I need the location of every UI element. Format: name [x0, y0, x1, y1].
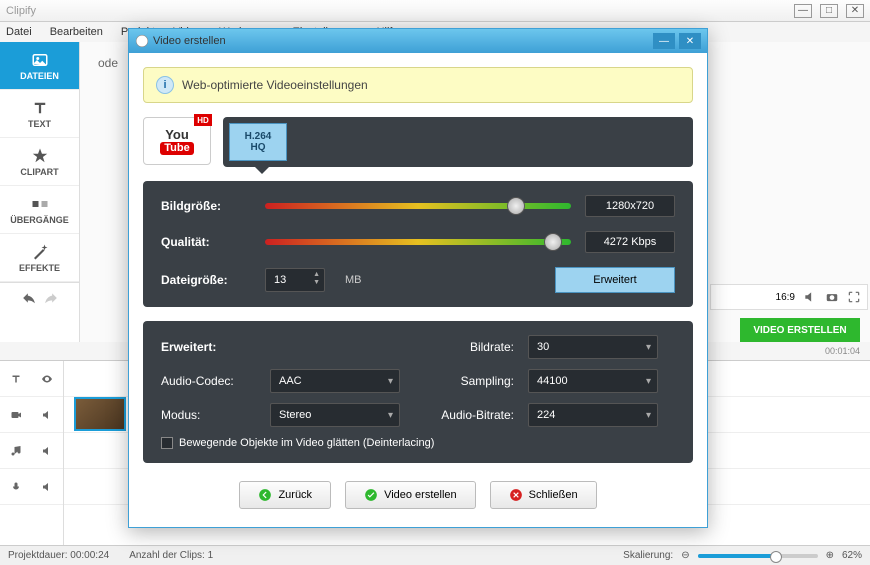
clip-count: Anzahl der Clips: 1 [129, 550, 213, 561]
timeline-clip[interactable] [74, 397, 126, 431]
close-dialog-button[interactable]: Schließen [490, 481, 597, 509]
zoom-in-icon[interactable]: ⊕ [826, 550, 834, 561]
quality-label: Qualität: [161, 235, 251, 249]
aspect-ratio[interactable]: 16:9 [776, 292, 795, 303]
window-titlebar: Clipify — □ ✕ [0, 0, 870, 22]
framerate-label: Bildrate: [414, 340, 514, 354]
time-labels: 600:01:04 [700, 346, 860, 356]
codec-preset-h264[interactable]: H.264 HQ [229, 123, 287, 161]
star-icon [31, 147, 49, 165]
back-button[interactable]: Zurück [239, 481, 331, 509]
basic-settings: Bildgröße: 1280x720 Qualität: 4272 Kbps … [143, 181, 693, 307]
size-slider[interactable] [265, 203, 571, 209]
picture-icon [31, 51, 49, 69]
redo-icon[interactable] [44, 291, 58, 305]
menu-bearbeiten[interactable]: Bearbeiten [50, 26, 103, 38]
speaker-mic-icon[interactable] [41, 481, 53, 493]
close-circle-icon [509, 488, 523, 502]
advanced-button[interactable]: Erweitert [555, 267, 675, 293]
tab-text[interactable]: TEXT [0, 90, 79, 138]
advanced-settings: Erweitert: Bildrate: 30 Audio-Codec: AAC… [143, 321, 693, 463]
mode-label: Modus: [161, 408, 256, 422]
dialog-titlebar: Video erstellen — ✕ [129, 29, 707, 53]
info-icon: i [156, 76, 174, 94]
create-video-button[interactable]: VIDEO ERSTELLEN [740, 318, 860, 342]
video-track-icon[interactable] [10, 409, 22, 421]
maximize-button[interactable]: □ [820, 4, 838, 18]
text-icon [31, 99, 49, 117]
mic-track-icon[interactable] [10, 481, 22, 493]
tab-effekte[interactable]: EFFEKTE [0, 234, 79, 282]
filesize-spinner[interactable]: 13 ▲▼ [265, 268, 325, 292]
fullscreen-icon[interactable] [847, 290, 861, 304]
left-panel: DATEIEN TEXT CLIPART ÜBERGÄNGE EFFEKTE [0, 42, 80, 342]
sampling-select[interactable]: 44100 [528, 369, 658, 393]
tab-clipart[interactable]: CLIPART [0, 138, 79, 186]
speaker-icon[interactable] [803, 290, 817, 304]
eye-icon[interactable] [41, 373, 53, 385]
audio-codec-select[interactable]: AAC [270, 369, 400, 393]
zoom-out-icon[interactable]: ⊖ [681, 550, 689, 561]
speaker-track-icon[interactable] [41, 409, 53, 421]
statusbar: Projektdauer: 00:00:24 Anzahl der Clips:… [0, 545, 870, 565]
wand-icon [31, 243, 49, 261]
dialog-icon [135, 34, 149, 48]
undo-icon[interactable] [22, 291, 36, 305]
sampling-label: Sampling: [414, 374, 514, 388]
codec-strip: H.264 HQ [223, 117, 693, 167]
create-video-dialog: Video erstellen — ✕ i Web-optimierte Vid… [128, 28, 708, 528]
advanced-title: Erweitert: [161, 340, 256, 354]
dialog-minimize-button[interactable]: — [653, 33, 675, 49]
dialog-close-button[interactable]: ✕ [679, 33, 701, 49]
audio-bitrate-select[interactable]: 224 [528, 403, 658, 427]
audio-codec-label: Audio-Codec: [161, 374, 256, 388]
size-value: 1280x720 [585, 195, 675, 217]
back-arrow-icon [258, 488, 272, 502]
minimize-button[interactable]: — [794, 4, 812, 18]
app-logo: Clipify [6, 5, 36, 17]
tab-dateien[interactable]: DATEIEN [0, 42, 79, 90]
mode-select[interactable]: Stereo [270, 403, 400, 427]
check-icon [364, 488, 378, 502]
create-button[interactable]: Video erstellen [345, 481, 476, 509]
quality-value: 4272 Kbps [585, 231, 675, 253]
undo-redo-row [0, 282, 79, 312]
project-duration: Projektdauer: 00:00:24 [8, 550, 109, 561]
speaker-music-icon[interactable] [41, 445, 53, 457]
info-banner: i Web-optimierte Videoeinstellungen [143, 67, 693, 103]
text-track-icon[interactable] [10, 373, 22, 385]
quality-slider[interactable] [265, 239, 571, 245]
transition-icon [31, 195, 49, 213]
youtube-preset[interactable]: HD You Tube [143, 117, 211, 165]
music-track-icon[interactable] [10, 445, 22, 457]
menu-datei[interactable]: Datei [6, 26, 32, 38]
preview-toolbar: 16:9 [710, 284, 868, 310]
deinterlace-checkbox[interactable]: Bewegende Objekte im Video glätten (Dein… [161, 437, 675, 449]
framerate-select[interactable]: 30 [528, 335, 658, 359]
filesize-label: Dateigröße: [161, 273, 251, 287]
size-label: Bildgröße: [161, 199, 251, 213]
camera-icon[interactable] [825, 290, 839, 304]
close-button[interactable]: ✕ [846, 4, 864, 18]
audio-bitrate-label: Audio-Bitrate: [414, 408, 514, 422]
zoom-slider[interactable] [698, 554, 818, 558]
zoom-value: 62% [842, 550, 862, 561]
tab-uebergaenge[interactable]: ÜBERGÄNGE [0, 186, 79, 234]
